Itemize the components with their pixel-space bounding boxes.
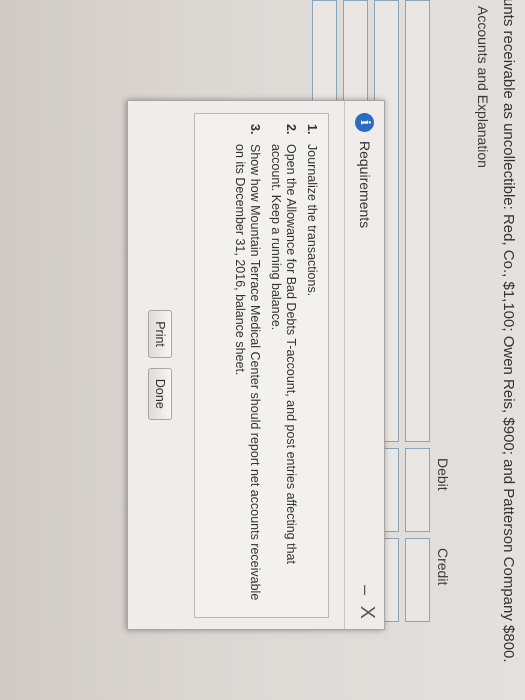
- close-icon[interactable]: X: [355, 606, 378, 619]
- journal-row: [405, 0, 430, 640]
- column-header-credit: Credit: [435, 548, 451, 586]
- print-button[interactable]: Print: [148, 310, 172, 358]
- requirement-text: Journalize the transactions.: [305, 144, 319, 297]
- info-icon: i: [355, 113, 374, 132]
- requirements-list: 1. Journalize the transactions. 2. Open …: [194, 113, 329, 618]
- problem-statement: unts receivable as uncollectible: Red, C…: [500, 0, 517, 663]
- dialog-title: Requirements: [357, 141, 373, 229]
- requirement-text: Show how Mountain Terrace Medical Center…: [233, 144, 262, 601]
- column-header-accounts: Accounts and Explanation: [475, 6, 491, 168]
- screen-content: unts receivable as uncollectible: Red, C…: [0, 0, 525, 700]
- dialog-header: i Requirements – X: [344, 101, 384, 629]
- list-item: 1. Journalize the transactions.: [304, 124, 319, 607]
- minimize-icon[interactable]: –: [355, 585, 376, 595]
- column-header-debit: Debit: [435, 458, 451, 491]
- account-input[interactable]: [405, 0, 430, 442]
- requirement-number: 2.: [284, 124, 298, 135]
- requirement-text: Open the Allowance for Bad Debts T-accou…: [269, 144, 298, 564]
- list-item: 3. Show how Mountain Terrace Medical Cen…: [232, 124, 262, 607]
- list-item: 2. Open the Allowance for Bad Debts T-ac…: [268, 124, 298, 607]
- dialog-buttons: Print Done: [148, 101, 172, 629]
- requirements-dialog: i Requirements – X 1. Journalize the tra…: [127, 100, 385, 630]
- done-button[interactable]: Done: [148, 367, 172, 420]
- debit-input[interactable]: [405, 448, 430, 532]
- credit-input[interactable]: [405, 538, 430, 622]
- requirement-number: 1.: [305, 124, 319, 135]
- requirement-number: 3.: [248, 124, 262, 135]
